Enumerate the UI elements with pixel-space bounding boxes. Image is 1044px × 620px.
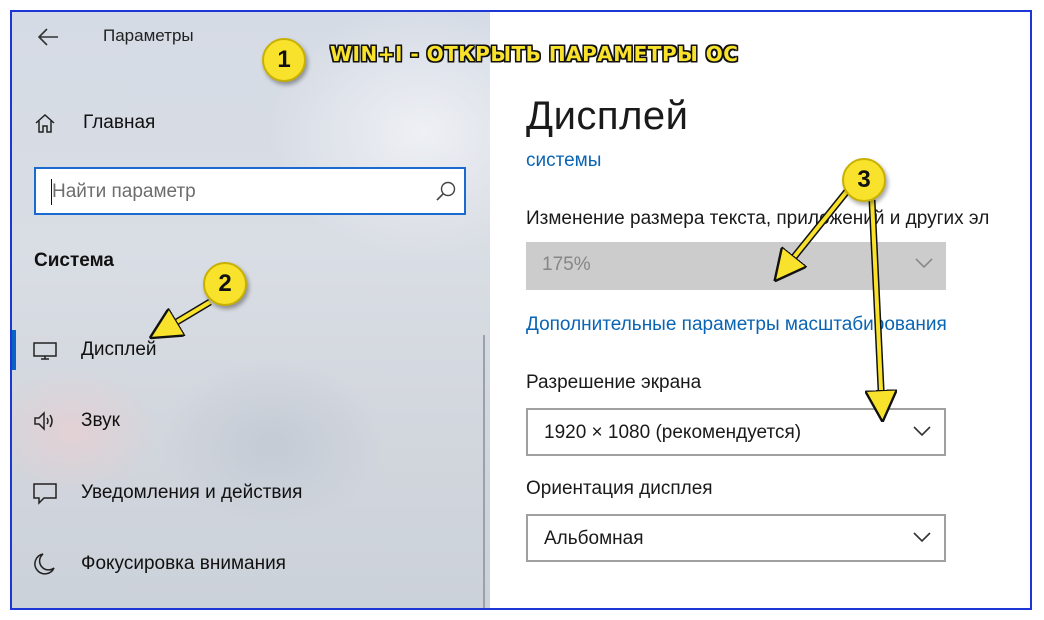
chevron-down-icon (913, 426, 931, 437)
orientation-dropdown[interactable]: Альбомная (526, 514, 946, 562)
main-content: Дисплей системы Изменение размера текста… (490, 12, 1030, 608)
back-arrow-icon[interactable] (36, 26, 60, 48)
sidebar-item-label: Уведомления и действия (81, 482, 303, 503)
moon-icon (34, 553, 55, 575)
monitor-icon (33, 342, 57, 360)
search-icon[interactable] (435, 180, 457, 202)
notification-icon (33, 483, 57, 505)
resolution-label: Разрешение экрана (526, 372, 702, 393)
sidebar-scrollbar[interactable] (483, 335, 485, 608)
speaker-icon (34, 411, 53, 431)
advanced-scaling-link[interactable]: Дополнительные параметры масштабирования (526, 314, 947, 336)
home-icon (35, 113, 55, 133)
scale-label: Изменение размера текста, приложений и д… (526, 208, 990, 229)
sidebar-item-label: Главная (83, 112, 156, 133)
annotation-caption: WIN+I - ОТКРЫТЬ ПАРАМЕТРЫ ОС (330, 42, 739, 66)
text-caret (51, 179, 52, 205)
search-box[interactable] (34, 167, 466, 215)
annotation-badge-2: 2 (203, 262, 247, 306)
page-title: Дисплей (526, 94, 689, 138)
resolution-value: 1920 × 1080 (рекомендуется) (544, 422, 802, 443)
section-title: Система (34, 250, 114, 271)
sidebar-item-display[interactable]: Дисплей (12, 330, 482, 370)
window-title: Параметры (103, 26, 194, 45)
annotation-badge-1: 1 (262, 38, 306, 82)
sidebar-item-sound[interactable]: Звук (12, 401, 482, 441)
scale-value: 175% (542, 254, 591, 275)
sidebar-item-home[interactable]: Главная (34, 108, 155, 138)
sidebar: Параметры Главная Система Дисплей (12, 12, 490, 608)
resolution-dropdown[interactable]: 1920 × 1080 (рекомендуется) (526, 408, 946, 456)
sidebar-item-label: Дисплей (81, 339, 157, 360)
chevron-down-icon (913, 532, 931, 543)
sidebar-item-notifications[interactable]: Уведомления и действия (12, 473, 482, 513)
annotation-badge-3: 3 (842, 158, 886, 202)
sidebar-item-focus-assist[interactable]: Фокусировка внимания (12, 544, 482, 584)
orientation-value: Альбомная (544, 528, 644, 549)
search-input[interactable] (50, 177, 424, 207)
orientation-label: Ориентация дисплея (526, 478, 713, 499)
selection-indicator (12, 330, 16, 370)
sidebar-item-label: Фокусировка внимания (81, 553, 286, 574)
settings-window: Параметры Главная Система Дисплей (10, 10, 1032, 610)
system-link[interactable]: системы (526, 150, 601, 172)
sidebar-item-label: Звук (81, 410, 120, 431)
scale-dropdown[interactable]: 175% (526, 242, 946, 290)
chevron-down-icon (915, 258, 933, 269)
